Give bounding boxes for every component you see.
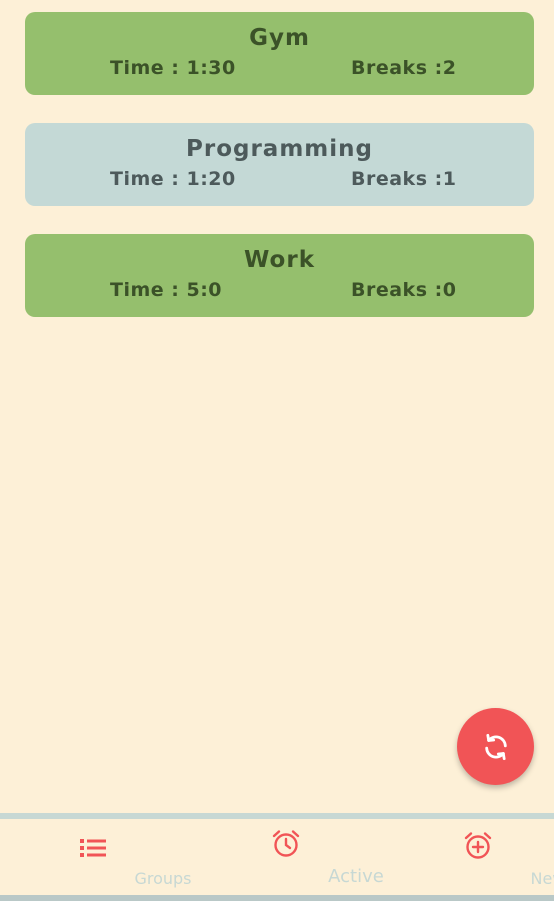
nav-groups-label: Groups bbox=[134, 869, 192, 888]
bottom-navigation: Groups Active New bbox=[0, 813, 554, 901]
group-breaks: Breaks :0 bbox=[351, 279, 457, 301]
refresh-icon bbox=[484, 733, 507, 760]
group-breaks: Breaks :1 bbox=[351, 168, 457, 190]
nav-new[interactable]: New bbox=[408, 819, 554, 895]
nav-new-label: New bbox=[530, 869, 554, 888]
nav-active[interactable]: Active bbox=[216, 819, 384, 895]
group-card-gym[interactable]: Gym Time : 1:30 Breaks :2 bbox=[25, 12, 534, 95]
group-title: Work bbox=[244, 247, 315, 273]
nav-active-label: Active bbox=[328, 866, 384, 887]
group-title: Gym bbox=[249, 25, 310, 51]
nav-groups[interactable]: Groups bbox=[23, 819, 192, 895]
alarm-clock-icon bbox=[272, 830, 300, 857]
group-time: Time : 5:0 bbox=[110, 279, 223, 301]
group-title: Programming bbox=[186, 136, 373, 162]
group-list: Gym Time : 1:30 Breaks :2 Programming Ti… bbox=[25, 12, 534, 345]
group-time: Time : 1:30 bbox=[110, 57, 236, 79]
list-icon bbox=[80, 839, 106, 857]
group-card-work[interactable]: Work Time : 5:0 Breaks :0 bbox=[25, 234, 534, 317]
group-breaks: Breaks :2 bbox=[351, 57, 457, 79]
add-alarm-icon bbox=[464, 832, 492, 859]
refresh-button[interactable] bbox=[457, 708, 534, 785]
group-time: Time : 1:20 bbox=[110, 168, 236, 190]
group-card-programming[interactable]: Programming Time : 1:20 Breaks :1 bbox=[25, 123, 534, 206]
